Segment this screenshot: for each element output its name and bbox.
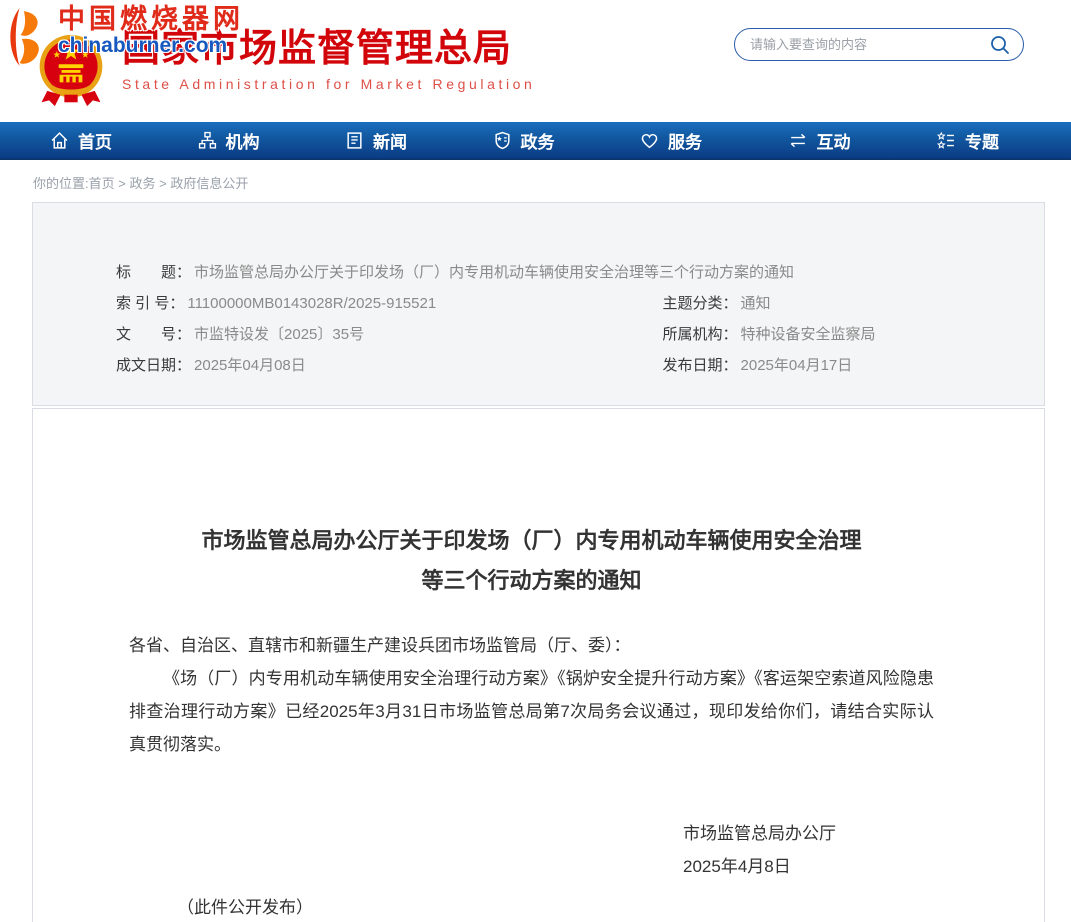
home-icon	[50, 131, 69, 150]
search-button[interactable]	[989, 34, 1011, 56]
nav-label: 互动	[817, 128, 851, 153]
meta-value-title: 市场监管总局办公厅关于印发场（厂）内专用机动车辆使用安全治理等三个行动方案的通知	[194, 257, 794, 288]
main-nav: 首页 机构 新闻 政务 服务 互动	[0, 122, 1071, 160]
exchange-arrows-icon	[788, 131, 808, 150]
star-list-icon	[936, 131, 956, 150]
nav-label: 首页	[78, 128, 112, 153]
meta-label: 文 号：	[116, 319, 191, 350]
national-emblem-icon	[36, 32, 106, 108]
breadcrumb-link-gov[interactable]: 政务	[129, 176, 155, 191]
breadcrumb-separator: >	[155, 176, 170, 191]
search-icon	[989, 34, 1011, 56]
meta-label-title: 标 题：	[116, 257, 191, 288]
nav-item-org[interactable]: 机构	[198, 128, 260, 153]
nav-item-home[interactable]: 首页	[50, 128, 112, 153]
news-icon	[345, 131, 364, 150]
breadcrumb: 你的位置:首页 > 政务 > 政府信息公开	[33, 173, 1071, 192]
meta-value: 2025年04月08日	[194, 350, 306, 381]
meta-value: 特种设备安全监察局	[741, 319, 876, 350]
meta-label: 主题分类：	[663, 288, 738, 319]
org-chart-icon	[198, 131, 217, 150]
meta-row-doc-number: 文 号： 市监特设发〔2025〕35号	[33, 319, 539, 350]
document-title: 市场监管总局办公厅关于印发场（厂）内专用机动车辆使用安全治理等三个行动方案的通知	[192, 521, 872, 601]
meta-value: 市监特设发〔2025〕35号	[194, 319, 364, 350]
nav-item-news[interactable]: 新闻	[345, 128, 407, 153]
document-body-paragraph: 《场（厂）内专用机动车辆使用安全治理行动方案》《锅炉安全提升行动方案》《客运架空…	[129, 662, 934, 761]
document-content: 市场监管总局办公厅关于印发场（厂）内专用机动车辆使用安全治理等三个行动方案的通知…	[32, 408, 1045, 922]
sign-date: 2025年4月8日	[683, 850, 934, 883]
nav-label: 新闻	[373, 128, 407, 153]
meta-value: 通知	[741, 288, 771, 319]
meta-label: 发布日期：	[663, 350, 738, 381]
nav-label: 机构	[226, 128, 260, 153]
breadcrumb-prefix: 你的位置:	[33, 176, 89, 191]
search-box	[734, 28, 1024, 61]
meta-label: 索 引 号：	[116, 288, 184, 319]
search-input[interactable]	[750, 37, 989, 52]
breadcrumb-link-info[interactable]: 政府信息公开	[170, 176, 248, 191]
meta-value: 2025年04月17日	[741, 350, 853, 381]
nav-item-interact[interactable]: 互动	[788, 128, 851, 153]
meta-row-topic-category: 主题分类： 通知	[539, 288, 1045, 319]
site-header: 国家市场监督管理总局 State Administration for Mark…	[0, 0, 1071, 122]
heart-icon	[640, 131, 659, 150]
document-signature-block: 市场监管总局办公厅 2025年4月8日	[683, 817, 934, 883]
nav-item-service[interactable]: 服务	[640, 128, 702, 153]
meta-label: 成文日期：	[116, 350, 191, 381]
public-release-note: （此件公开发布）	[177, 891, 934, 922]
breadcrumb-link-home[interactable]: 首页	[89, 176, 115, 191]
meta-row-issuing-agency: 所属机构： 特种设备安全监察局	[539, 319, 1045, 350]
nav-label: 专题	[965, 128, 999, 153]
nav-item-topics[interactable]: 专题	[936, 128, 999, 153]
meta-label: 所属机构：	[663, 319, 738, 350]
meta-row-publish-date: 发布日期： 2025年04月17日	[539, 350, 1045, 381]
breadcrumb-separator: >	[115, 176, 130, 191]
shield-icon	[493, 131, 512, 150]
agency-title-en: State Administration for Market Regulati…	[122, 76, 535, 92]
meta-row-written-date: 成文日期： 2025年04月08日	[33, 350, 539, 381]
signer-name: 市场监管总局办公厅	[683, 817, 934, 850]
meta-value: 11100000MB0143028R/2025-915521	[187, 288, 436, 319]
nav-label: 服务	[668, 128, 702, 153]
meta-row-title: 标 题： 市场监管总局办公厅关于印发场（厂）内专用机动车辆使用安全治理等三个行动…	[33, 257, 1044, 288]
site-logo-link[interactable]: 国家市场监督管理总局 State Administration for Mark…	[36, 26, 535, 108]
agency-title-cn: 国家市场监督管理总局	[122, 26, 535, 72]
document-salutation: 各省、自治区、直辖市和新疆生产建设兵团市场监管局（厅、委）：	[129, 629, 934, 662]
document-meta-panel: 标 题： 市场监管总局办公厅关于印发场（厂）内专用机动车辆使用安全治理等三个行动…	[32, 202, 1045, 406]
meta-row-index-number: 索 引 号： 11100000MB0143028R/2025-915521	[33, 288, 539, 319]
nav-label: 政务	[521, 128, 555, 153]
nav-item-gov[interactable]: 政务	[493, 128, 555, 153]
